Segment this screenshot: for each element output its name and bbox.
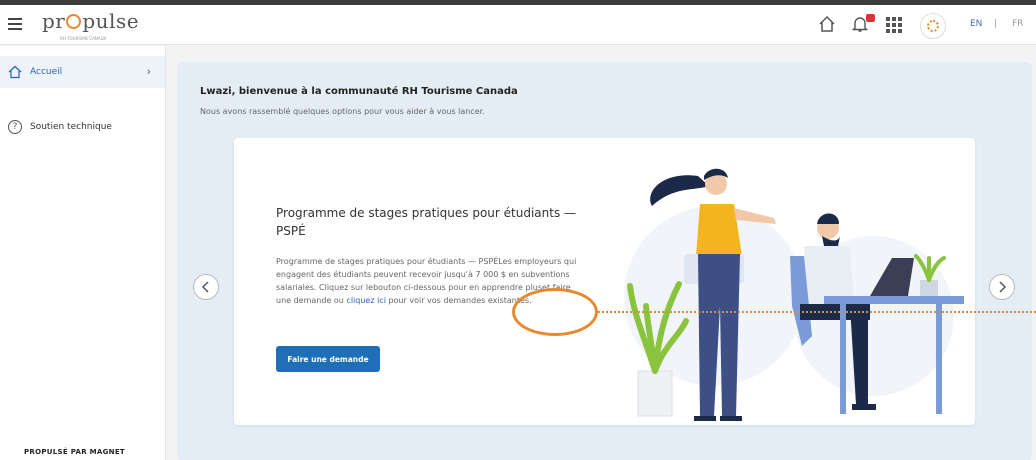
- apps-grid-icon[interactable]: [886, 17, 902, 33]
- card-title: Programme de stages pratiques pour étudi…: [276, 206, 577, 238]
- sidebar-item-accueil[interactable]: Accueil ›: [0, 56, 165, 88]
- menu-icon[interactable]: [8, 18, 22, 30]
- apply-button[interactable]: Faire une demande: [276, 346, 380, 372]
- logo[interactable]: pr pulse RH TOURISME CANADA: [42, 9, 139, 43]
- annotation-pointer-line: [598, 311, 1036, 313]
- notification-badge: [866, 14, 875, 22]
- annotation-ellipse: [512, 288, 598, 336]
- welcome-title: Lwazi, bienvenue à la communauté RH Tour…: [200, 86, 518, 97]
- program-card: Programme de stages pratiques pour étudi…: [234, 138, 975, 425]
- sidebar: Accueil › ? Soutien technique PROPULSÉ P…: [0, 46, 166, 460]
- home-icon[interactable]: [818, 15, 836, 33]
- help-icon: ?: [8, 120, 22, 134]
- illustration: [624, 168, 964, 421]
- sidebar-item-label: Soutien technique: [30, 122, 112, 132]
- card-body-text-end: pour voir vos demandes existantes.: [385, 296, 532, 305]
- app-window: pr pulse RH TOURISME CANADA EN | FR Accue…: [0, 5, 1036, 460]
- avatar[interactable]: [920, 13, 946, 39]
- powered-by: PROPULSÉ PAR MAGNET: [24, 448, 125, 456]
- home-icon: [8, 65, 22, 79]
- chevron-right-icon: ›: [146, 65, 151, 78]
- lang-separator: |: [994, 19, 998, 29]
- chevron-left-icon: [201, 281, 209, 293]
- carousel-prev-button[interactable]: [193, 274, 219, 300]
- cliquez-ici-link[interactable]: cliquez ici: [346, 296, 386, 305]
- lang-en-link[interactable]: EN: [970, 19, 982, 29]
- carousel-next-button[interactable]: [989, 274, 1015, 300]
- sidebar-item-soutien-technique[interactable]: ? Soutien technique: [0, 111, 165, 143]
- lang-fr-link[interactable]: FR: [1012, 19, 1023, 29]
- top-bar: pr pulse RH TOURISME CANADA EN | FR: [0, 5, 1036, 45]
- chevron-right-icon: [999, 281, 1007, 293]
- welcome-subtitle: Nous avons rassemblé quelques options po…: [200, 107, 485, 116]
- logo-subtitle: RH TOURISME CANADA: [60, 36, 107, 41]
- sidebar-item-label: Accueil: [30, 67, 63, 77]
